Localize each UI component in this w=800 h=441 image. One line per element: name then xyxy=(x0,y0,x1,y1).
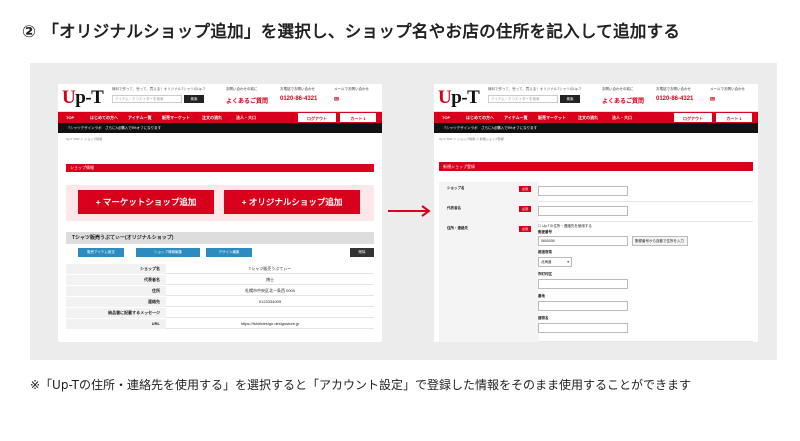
nav-corporate[interactable]: 法人・大口 xyxy=(612,115,632,121)
main-nav: TOP はじめての方へ アイテム一覧 販売マーケット 注文の流れ 法人・大口 ロ… xyxy=(58,112,382,123)
pref-label: 都道府県 xyxy=(538,250,552,254)
footnote: ※「Up-Tの住所・連絡先を使用する」を選択すると「アカウント設定」で登録した情… xyxy=(30,378,692,392)
nav-flow[interactable]: 注文の流れ xyxy=(202,115,222,121)
new-shop-screenshot: Up-T 無料で作って、売って、買える！オリジナルTシャツのUp-T アイテム・… xyxy=(434,84,758,342)
search-button[interactable]: 検索 xyxy=(560,95,580,103)
delete-button[interactable]: 削除 xyxy=(350,248,374,257)
table-row: ショップ名 Tシャツ販売うぶてぃー xyxy=(66,264,374,274)
table-row: 住所 札幌市中央区北一条西 0000 xyxy=(66,286,374,296)
cart-button[interactable]: カート 1 xyxy=(340,113,376,122)
table-row: 連絡先 0123334009 xyxy=(66,297,374,307)
table-row: 代表者名 博士 xyxy=(66,275,374,285)
table-row: URL https://tshirtdesign.designstore.jp xyxy=(66,319,374,329)
site-logo[interactable]: Up-T xyxy=(438,87,480,109)
page-heading: ② 「オリジナルショップ追加」を選択し、ショップ名やお店の住所を記入して追加する xyxy=(22,22,681,41)
street-input[interactable] xyxy=(538,301,628,311)
logout-button[interactable]: ログアウト xyxy=(298,113,336,122)
phone-contact: お電話でお問い合わせ 0120-86-4321 xyxy=(656,87,694,102)
search-button[interactable]: 検索 xyxy=(184,95,204,103)
site-logo[interactable]: Up-T xyxy=(62,87,104,109)
search-input[interactable]: アイテム・クリエイターを検索 xyxy=(112,95,182,103)
nav-beginner[interactable]: はじめての方へ xyxy=(90,115,118,121)
mail-contact[interactable]: メールでお問い合わせ ✉ xyxy=(710,87,745,103)
nav-market[interactable]: 販売マーケット xyxy=(162,115,190,121)
shop-edit-button[interactable]: ショップ情報編集 xyxy=(136,248,200,257)
faq-link[interactable]: お問い合わせの前に よくあるご質問 xyxy=(226,87,268,105)
breadcrumb: Up-T TOP ＞ ショップ情報 ＞ 新規ショップ登録 xyxy=(439,137,504,141)
logout-button[interactable]: ログアウト xyxy=(674,113,712,122)
faq-link[interactable]: お問い合わせの前に よくあるご質問 xyxy=(602,87,644,105)
tagline: 無料で作って、売って、買える！オリジナルTシャツのUp-T xyxy=(488,87,582,91)
nav-flow[interactable]: 注文の流れ xyxy=(578,115,598,121)
main-nav: TOP はじめての方へ アイテム一覧 販売マーケット 注文の流れ 法人・大口 ロ… xyxy=(434,112,758,123)
shop-header: Tシャツ販売うぶてぃー(オリジナルショップ) xyxy=(66,232,374,244)
building-label: 建物名 xyxy=(538,316,549,320)
site-header: Up-T 無料で作って、売って、買える！オリジナルTシャツのUp-T アイテム・… xyxy=(58,84,382,112)
nav-top[interactable]: TOP xyxy=(66,115,74,120)
shop-info-screenshot: Up-T 無料で作って、売って、買える！オリジナルTシャツのUp-T アイテム・… xyxy=(58,84,382,342)
mail-icon: ✉ xyxy=(710,97,716,103)
city-input[interactable] xyxy=(538,279,628,289)
nav-beginner[interactable]: はじめての方へ xyxy=(466,115,494,121)
add-market-shop-button[interactable]: + マーケットショップ追加 xyxy=(78,190,214,214)
zip-input[interactable]: 0600005 xyxy=(538,236,628,246)
chevron-down-icon: ▾ xyxy=(567,260,569,264)
nav-corporate[interactable]: 法人・大口 xyxy=(236,115,256,121)
nav-top[interactable]: TOP xyxy=(442,115,450,120)
item-settings-button[interactable]: 販売アイテム設定 xyxy=(78,248,124,257)
promo-bar: Tシャツデザインラボ さらに4点購入で5%オフになります xyxy=(58,123,382,133)
city-label: 市町村区 xyxy=(538,272,552,276)
pref-select[interactable]: 北海道 ▾ xyxy=(538,257,572,267)
section-bar: ショップ情報 xyxy=(66,164,374,172)
nav-market[interactable]: 販売マーケット xyxy=(538,115,566,121)
add-original-shop-button[interactable]: + オリジナルショップ追加 xyxy=(224,190,360,214)
promo-bar: Tシャツデザインラボ さらに4点購入で5%オフになります xyxy=(434,123,758,133)
arrow-right-icon xyxy=(388,205,431,217)
use-upt-address-checkbox[interactable]: ☐ Up-Tの住所・連絡先を使用する xyxy=(538,224,592,229)
cart-button[interactable]: カート 1 xyxy=(716,113,752,122)
breadcrumb: Up-T TOP ＞ ショップ情報 xyxy=(66,137,103,141)
zip-label: 郵便番号 xyxy=(538,230,552,234)
mail-contact[interactable]: メールでお問い合わせ ✉ xyxy=(334,87,369,103)
site-header: Up-T 無料で作って、売って、買える！オリジナルTシャツのUp-T アイテム・… xyxy=(434,84,758,112)
search-input[interactable]: アイテム・クリエイターを検索 xyxy=(488,95,558,103)
design-edit-button[interactable]: デザイン編集 xyxy=(206,248,252,257)
nav-items[interactable]: アイテム一覧 xyxy=(128,115,152,121)
phone-contact: お電話でお問い合わせ 0120-86-4321 xyxy=(280,87,318,102)
nav-items[interactable]: アイテム一覧 xyxy=(504,115,528,121)
shop-name-input[interactable] xyxy=(538,186,628,196)
zip-autofill-button[interactable]: 郵便番号から自動で住所を入力 xyxy=(632,236,688,246)
table-row: 納品書に記載するメッセージ xyxy=(66,308,374,318)
mail-icon: ✉ xyxy=(334,97,340,103)
representative-input[interactable] xyxy=(538,206,628,216)
section-bar: 新規ショップ登録 xyxy=(439,162,753,171)
street-label: 番地 xyxy=(538,294,545,298)
building-input[interactable] xyxy=(538,323,628,333)
tagline: 無料で作って、売って、買える！オリジナルTシャツのUp-T xyxy=(112,87,206,91)
